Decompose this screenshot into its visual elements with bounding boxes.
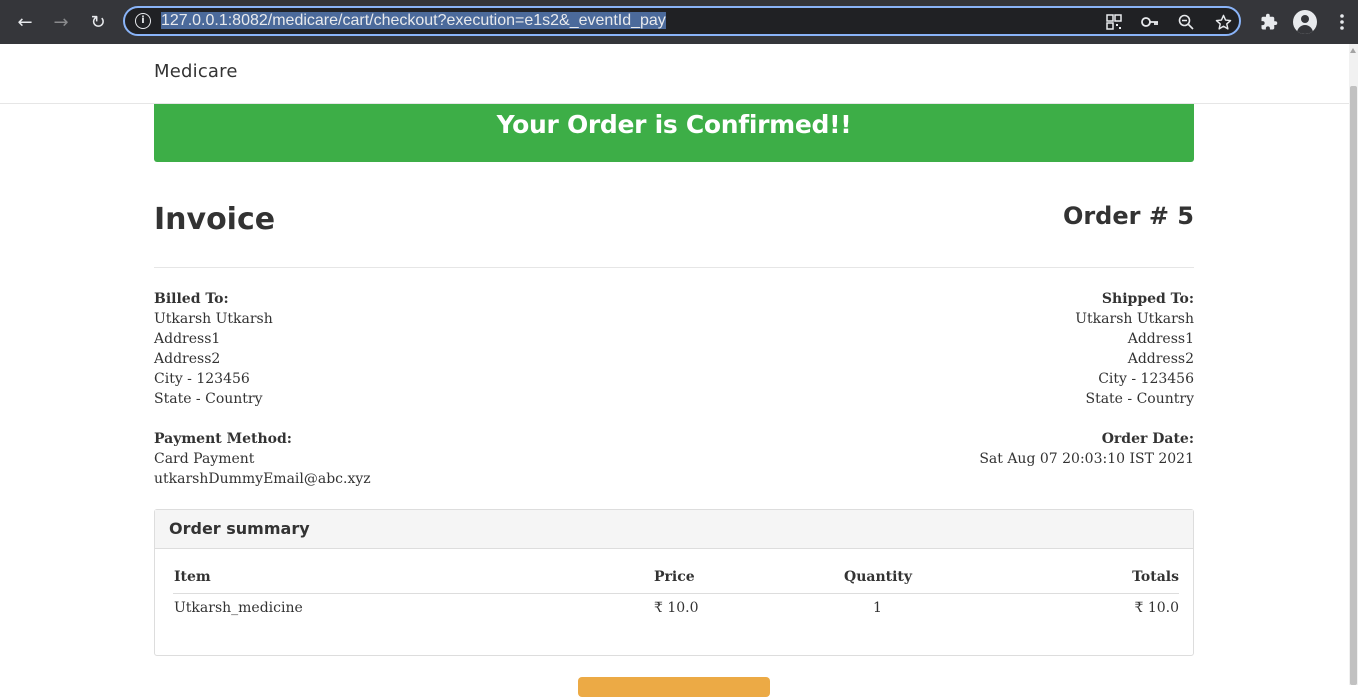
order-number: Order # 5 xyxy=(1062,202,1194,230)
order-summary-title: Order summary xyxy=(169,519,310,538)
table-header-row: Item Price Quantity Totals xyxy=(173,565,1179,594)
column-header-item: Item xyxy=(174,569,211,585)
scroll-thumb[interactable] xyxy=(1350,86,1357,685)
profile-icon[interactable] xyxy=(1292,9,1318,35)
address-bar[interactable]: i 127.0.0.1:8082/medicare/cart/checkout?… xyxy=(123,6,1241,36)
invoice-title: Invoice xyxy=(154,202,276,237)
column-header-price: Price xyxy=(654,569,695,585)
order-date-label: Order Date: xyxy=(1101,431,1194,447)
payment-method-label: Payment Method: xyxy=(154,431,292,447)
scroll-up-arrow-icon[interactable] xyxy=(1350,48,1356,53)
qr-code-icon[interactable] xyxy=(1103,11,1125,33)
order-summary-table: Item Price Quantity Totals Utkarsh_medic… xyxy=(173,565,1179,622)
divider xyxy=(154,267,1194,268)
order-date-block: Order Date: Sat Aug 07 20:03:10 IST 2021 xyxy=(979,429,1194,469)
payment-method-block: Payment Method: Card Payment utkarshDumm… xyxy=(154,429,371,489)
shipped-to-block: Shipped To: Utkarsh Utkarsh Address1 Add… xyxy=(1075,289,1194,409)
reload-icon[interactable]: ↻ xyxy=(84,8,112,36)
extensions-icon[interactable] xyxy=(1256,9,1282,35)
site-navbar: Medicare xyxy=(0,44,1349,104)
order-summary-header: Order summary xyxy=(155,510,1193,549)
column-header-totals: Totals xyxy=(1132,569,1179,585)
cell-item: Utkarsh_medicine xyxy=(174,600,303,616)
billed-to-block: Billed To: Utkarsh Utkarsh Address1 Addr… xyxy=(154,289,273,409)
back-arrow-icon[interactable]: ← xyxy=(11,8,39,36)
zoom-icon[interactable] xyxy=(1175,11,1197,33)
action-button[interactable] xyxy=(578,677,770,697)
billed-city: City - 123456 xyxy=(154,371,250,387)
confirmation-banner: Your Order is Confirmed!! xyxy=(154,104,1194,162)
shipped-name: Utkarsh Utkarsh xyxy=(1075,311,1194,327)
confirmation-message: Your Order is Confirmed!! xyxy=(496,110,852,139)
order-date-value: Sat Aug 07 20:03:10 IST 2021 xyxy=(979,451,1194,467)
cell-price: ₹ 10.0 xyxy=(654,600,699,616)
page-scrollbar[interactable] xyxy=(1349,44,1358,685)
table-row: Utkarsh_medicine ₹ 10.0 1 ₹ 10.0 xyxy=(173,594,1179,622)
shipped-address2: Address2 xyxy=(1127,351,1194,367)
billed-address2: Address2 xyxy=(154,351,221,367)
billed-to-label: Billed To: xyxy=(154,291,229,307)
star-icon[interactable] xyxy=(1212,11,1234,33)
address-bar-url[interactable]: 127.0.0.1:8082/medicare/cart/checkout?ex… xyxy=(161,11,666,31)
browser-toolbar: ← → ↻ i 127.0.0.1:8082/medicare/cart/che… xyxy=(0,0,1358,44)
shipped-city: City - 123456 xyxy=(1098,371,1194,387)
cell-totals: ₹ 10.0 xyxy=(1134,600,1179,616)
payment-email: utkarshDummyEmail@abc.xyz xyxy=(154,471,371,487)
cell-quantity: 1 xyxy=(873,600,882,616)
brand-link[interactable]: Medicare xyxy=(154,61,238,82)
column-header-quantity: Quantity xyxy=(844,569,913,585)
payment-method-value: Card Payment xyxy=(154,451,255,467)
site-info-icon[interactable]: i xyxy=(135,13,151,29)
shipped-state: State - Country xyxy=(1085,391,1194,407)
forward-arrow-icon[interactable]: → xyxy=(47,8,75,36)
billed-state: State - Country xyxy=(154,391,263,407)
order-summary-panel: Order summary Item Price Quantity Totals… xyxy=(154,509,1194,656)
shipped-to-label: Shipped To: xyxy=(1101,291,1194,307)
menu-icon[interactable] xyxy=(1329,9,1355,35)
key-icon[interactable] xyxy=(1139,11,1161,33)
billed-name: Utkarsh Utkarsh xyxy=(154,311,273,327)
billed-address1: Address1 xyxy=(154,331,221,347)
shipped-address1: Address1 xyxy=(1127,331,1194,347)
